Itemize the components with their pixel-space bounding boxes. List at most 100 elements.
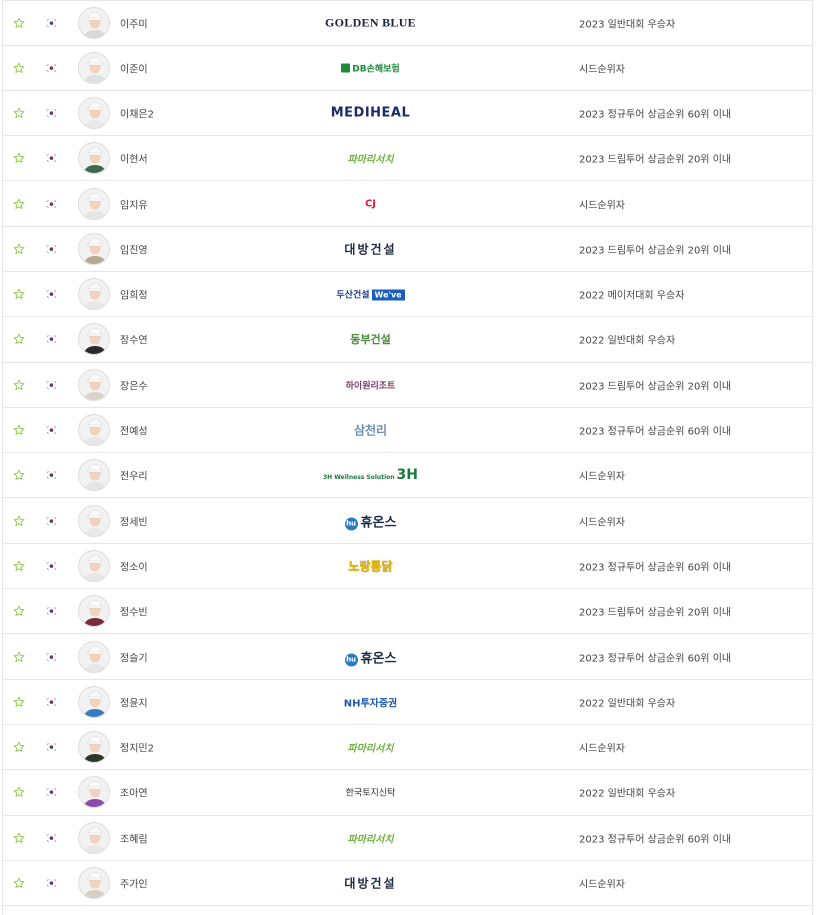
- favorite-star-icon[interactable]: [13, 62, 25, 74]
- player-name[interactable]: 장은수: [120, 377, 148, 392]
- player-name[interactable]: 전예성: [120, 423, 148, 438]
- player-photo[interactable]: [78, 685, 110, 718]
- korea-flag-icon: [45, 290, 58, 299]
- player-photo[interactable]: [78, 232, 110, 265]
- favorite-star-icon[interactable]: [13, 243, 25, 255]
- player-row[interactable]: 이주미 GOLDEN BLUE 2023 일반대회 우승자: [3, 0, 812, 46]
- db-logo-icon: [341, 63, 351, 73]
- favorite-star-icon[interactable]: [13, 515, 25, 527]
- sponsor-name: CJ: [364, 198, 377, 210]
- favorite-star-icon[interactable]: [13, 696, 25, 708]
- qualification-text: 2023 정규투어 상금순위 60위 이내: [579, 653, 732, 664]
- player-name[interactable]: 임희정: [120, 287, 148, 302]
- player-photo[interactable]: [78, 368, 110, 401]
- qualification-text: 2022 일반대회 우승자: [579, 335, 676, 347]
- qualification-text: 2022 일반대회 우승자: [579, 698, 676, 710]
- korea-flag-icon: [45, 833, 58, 842]
- player-photo[interactable]: [78, 323, 110, 356]
- player-row[interactable]: 전예성 삼천리 2023 정규투어 상금순위 60위 이내: [3, 408, 812, 454]
- player-row[interactable]: 정윤지 NH투자증권 2022 일반대회 우승자: [3, 680, 812, 725]
- player-name[interactable]: 임지유: [120, 196, 148, 211]
- player-row[interactable]: 장수연 동부건설 2022 일반대회 우승자: [3, 317, 812, 363]
- favorite-star-icon[interactable]: [13, 333, 25, 345]
- sponsor-name: 파마리서치: [347, 743, 394, 755]
- favorite-star-icon[interactable]: [13, 469, 25, 481]
- player-row[interactable]: 정소이 노랑통닭 2023 정규투어 상금순위 60위 이내: [3, 544, 812, 590]
- player-name[interactable]: 이현서: [120, 151, 148, 166]
- player-name[interactable]: 정소이: [120, 558, 148, 573]
- favorite-star-icon[interactable]: [13, 560, 25, 572]
- player-name[interactable]: 정윤지: [120, 694, 148, 709]
- player-row[interactable]: 임진영 대방건설 2023 드림투어 상금순위 20위 이내: [3, 227, 812, 272]
- player-name[interactable]: 주가인: [120, 875, 148, 890]
- player-row[interactable]: 주가인 대방건설 시드순위자: [3, 861, 812, 907]
- player-row[interactable]: 조아연 한국토지신탁 2022 일반대회 우승자: [3, 770, 812, 816]
- favorite-star-icon[interactable]: [13, 107, 25, 119]
- player-row[interactable]: 이채은2 MEDIHEAL 2023 정규투어 상금순위 60위 이내: [3, 91, 812, 137]
- player-photo[interactable]: [78, 821, 110, 854]
- favorite-star-icon[interactable]: [13, 152, 25, 164]
- player-photo[interactable]: [78, 595, 110, 628]
- player-row[interactable]: 임희정 두산건설 We've 2022 메이저대회 우승자: [3, 272, 812, 318]
- player-row[interactable]: 조혜림 파마리서치 2023 정규투어 상금순위 60위 이내: [3, 816, 812, 861]
- sponsor-logo: MEDIHEAL: [303, 105, 438, 120]
- player-photo[interactable]: [78, 776, 110, 809]
- player-row[interactable]: 장은수 하이원리조트 2023 드림투어 상금순위 20위 이내: [3, 363, 812, 408]
- favorite-star-icon[interactable]: [13, 605, 25, 617]
- player-row[interactable]: 임지유 CJ 시드순위자: [3, 181, 812, 227]
- favorite-star-icon[interactable]: [13, 17, 25, 29]
- player-photo[interactable]: [78, 51, 110, 84]
- player-photo[interactable]: [78, 96, 110, 129]
- player-row[interactable]: 이현서 파마리서치 2023 드림투어 상금순위 20위 이내: [3, 136, 812, 182]
- qualification-text: 시드순위자: [579, 517, 625, 529]
- favorite-star-icon[interactable]: [13, 424, 25, 436]
- player-name[interactable]: 조아연: [120, 785, 148, 800]
- sponsor-logo: 파마리서치: [303, 151, 438, 166]
- sponsor-logo: 한국토지신탁: [303, 786, 438, 799]
- sponsor-name: 파마리서치: [347, 154, 394, 166]
- player-row[interactable]: 정수빈 2023 드림투어 상금순위 20위 이내: [3, 589, 812, 635]
- player-name[interactable]: 이채은2: [120, 105, 154, 120]
- player-row[interactable]: 이준이 DB손해보험 시드순위자: [3, 46, 812, 91]
- sponsor-name: 휴온스: [360, 515, 397, 531]
- player-photo[interactable]: [78, 414, 110, 447]
- player-photo[interactable]: [78, 187, 110, 220]
- player-row[interactable]: 정세빈 hu 휴온스 시드순위자: [3, 498, 812, 544]
- player-photo[interactable]: [78, 549, 110, 582]
- player-photo[interactable]: [78, 142, 110, 175]
- huons-logo-icon: hu: [344, 653, 358, 666]
- favorite-star-icon[interactable]: [13, 288, 25, 300]
- favorite-star-icon[interactable]: [13, 651, 25, 663]
- favorite-star-icon[interactable]: [13, 379, 25, 391]
- player-row[interactable]: 정슬기 hu 휴온스 2023 정규투어 상금순위 60위 이내: [3, 634, 812, 680]
- sponsor-name: 하이원리조트: [345, 381, 396, 392]
- player-name[interactable]: 전우리: [120, 468, 148, 483]
- player-name[interactable]: 정세빈: [120, 513, 148, 528]
- favorite-star-icon[interactable]: [13, 198, 25, 210]
- player-name[interactable]: 이준이: [120, 60, 148, 75]
- sponsor-logo: 동부건설: [303, 331, 438, 347]
- player-name[interactable]: 임진영: [120, 241, 148, 256]
- player-row[interactable]: 정지민2 파마리서치 시드순위자: [3, 725, 812, 771]
- player-photo[interactable]: [78, 640, 110, 673]
- player-photo[interactable]: [78, 731, 110, 764]
- player-photo[interactable]: [78, 278, 110, 311]
- favorite-star-icon[interactable]: [13, 741, 25, 753]
- player-photo[interactable]: [78, 459, 110, 492]
- player-name[interactable]: 장수연: [120, 332, 148, 347]
- player-name[interactable]: 정지민2: [120, 740, 154, 755]
- player-name[interactable]: 정슬기: [120, 649, 148, 664]
- korea-flag-icon: [45, 18, 58, 27]
- favorite-star-icon[interactable]: [13, 786, 25, 798]
- player-row[interactable]: 전우리 3H Wellness Solution 3H 시드순위자: [3, 453, 812, 499]
- player-name[interactable]: 이주미: [120, 15, 148, 30]
- player-name[interactable]: 정수빈: [120, 604, 148, 619]
- favorite-star-icon[interactable]: [13, 877, 25, 889]
- player-photo[interactable]: [78, 6, 110, 39]
- favorite-star-icon[interactable]: [13, 832, 25, 844]
- player-name[interactable]: 조혜림: [120, 830, 148, 845]
- sponsor-name: GOLDEN BLUE: [325, 15, 416, 30]
- player-photo[interactable]: [78, 504, 110, 537]
- huons-logo-icon: hu: [344, 517, 358, 531]
- player-photo[interactable]: [78, 866, 110, 899]
